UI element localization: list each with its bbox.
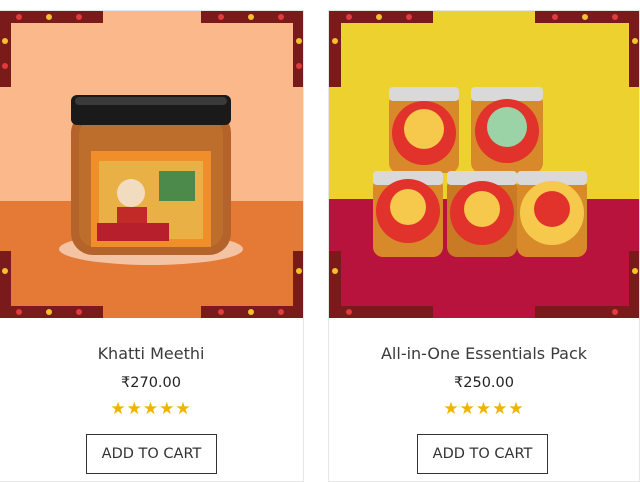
add-to-cart-button[interactable]: ADD TO CART: [86, 434, 217, 474]
star-icon: ★: [475, 399, 493, 418]
star-rating: ★★★★★: [329, 400, 639, 418]
product-title[interactable]: All-in-One Essentials Pack: [329, 344, 639, 363]
star-icon: ★: [175, 399, 192, 418]
star-icon: ★: [110, 399, 127, 418]
star-icon: ★: [459, 399, 476, 418]
star-icon: ★: [492, 399, 509, 418]
product-title[interactable]: Khatti Meethi: [0, 344, 303, 363]
product-price: ₹250.00: [454, 375, 514, 391]
star-icon: ★: [159, 399, 176, 418]
product-card: All-in-One Essentials Pack ₹250.00 ★★★★★…: [328, 10, 640, 482]
product-card: Khatti Meethi ₹270.00 ★★★★★ ADD TO CART: [0, 10, 304, 482]
jar-icon: [71, 95, 231, 255]
star-icon: ★: [508, 399, 525, 418]
product-price: ₹270.00: [121, 375, 181, 391]
product-image[interactable]: [0, 11, 303, 318]
star-rating: ★★★★★: [0, 400, 303, 418]
star-icon: ★: [443, 399, 460, 418]
star-icon: ★: [142, 399, 160, 418]
product-image[interactable]: [329, 11, 639, 318]
product-grid: Khatti Meethi ₹270.00 ★★★★★ ADD TO CART: [0, 0, 640, 482]
add-to-cart-button[interactable]: ADD TO CART: [417, 434, 548, 474]
star-icon: ★: [126, 399, 143, 418]
